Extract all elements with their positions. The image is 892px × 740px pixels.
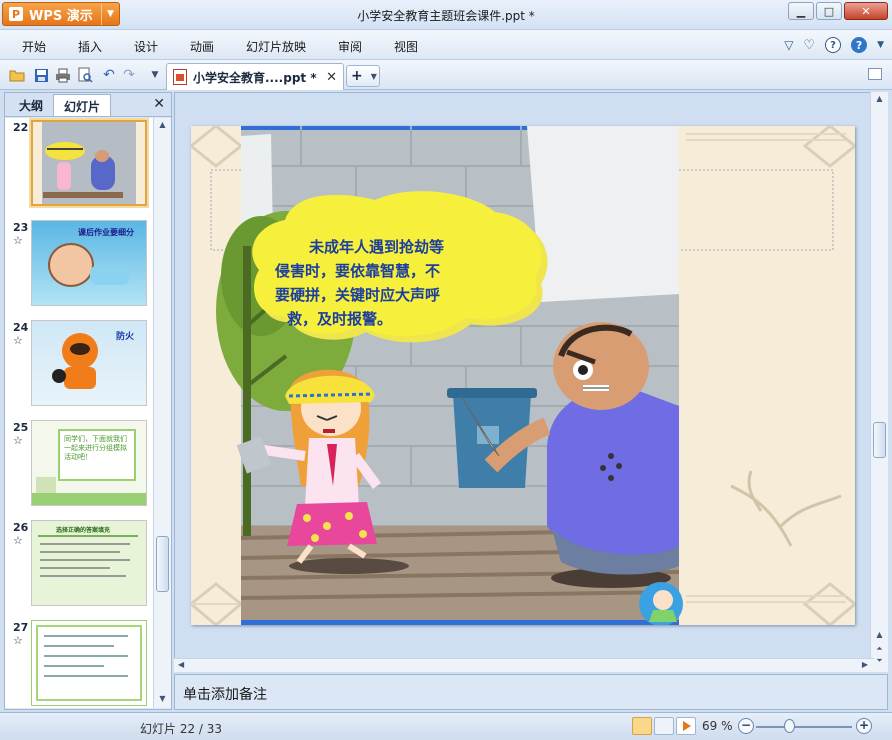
scroll-up-icon[interactable]: ▲	[873, 630, 886, 642]
notes-pane[interactable]: 单击添加备注	[174, 674, 888, 710]
slide-thumbnail-list: 22 23 ☆ 课后作业要细分 24 ☆ 防火 25 ☆ 同学们，下面就我们一起…	[5, 118, 153, 708]
slide-number: 25	[13, 421, 29, 434]
restore-pane-icon[interactable]	[868, 68, 882, 80]
slide-illustration: 未成年人遇到抢劫等 侵害时，要依靠智慧，不 要硬拼，关键时应大声呼 救，及时报警…	[191, 126, 855, 625]
print-preview-icon[interactable]	[76, 66, 94, 84]
slide-number: 27	[13, 621, 29, 634]
close-tab-icon[interactable]: ✕	[326, 70, 337, 85]
scroll-left-icon[interactable]: ◀	[178, 660, 184, 669]
animation-star-icon: ☆	[13, 334, 23, 347]
scrollbar-thumb[interactable]	[156, 536, 169, 592]
close-panel-icon[interactable]: ✕	[153, 96, 165, 112]
print-icon[interactable]	[54, 66, 72, 84]
window-title: 小学安全教育主题班会课件.ppt *	[357, 9, 535, 23]
scrollbar-thumb[interactable]	[873, 422, 886, 458]
undo-icon[interactable]: ↶	[100, 66, 118, 84]
slide-thumbnail-image	[31, 120, 147, 206]
title-bar: P WPS 演示 ▼ 小学安全教育主题班会课件.ppt * ▁ □ ✕	[0, 0, 892, 30]
slideshow-view-button[interactable]	[676, 717, 696, 735]
tab-document-label: 小学安全教育....ppt *	[193, 70, 317, 85]
normal-view-button[interactable]	[632, 717, 652, 735]
slide-thumbnail-image: 防火	[31, 320, 147, 406]
minimize-button[interactable]: ▁	[788, 2, 814, 20]
menu-home[interactable]: 开始	[22, 38, 46, 55]
menu-slideshow[interactable]: 幻灯片放映	[246, 38, 306, 55]
quick-access-toolbar: ↶ ↷ ▼ 小学安全教育....ppt * ✕ + ▼	[0, 60, 892, 90]
animation-star-icon: ☆	[13, 434, 23, 447]
animation-star-icon: ☆	[13, 234, 23, 247]
scroll-down-icon[interactable]: ▼	[156, 694, 169, 706]
slide-position-status: 幻灯片 22 / 33	[140, 722, 223, 736]
bubble-line-3: 要硬拼，关键时应大声呼	[275, 286, 440, 304]
slide-number: 26	[13, 521, 29, 534]
slide-thumbnail-image: 课后作业要细分	[31, 220, 147, 306]
editor-horizontal-scrollbar[interactable]: ◀ ▶	[174, 658, 874, 672]
new-tab-button[interactable]: + ▼	[346, 65, 380, 87]
zoom-slider-handle[interactable]	[784, 719, 795, 733]
slide-thumbnail-image: 选择正确的答案填充	[31, 520, 147, 606]
menu-design[interactable]: 设计	[134, 38, 158, 55]
maximize-button[interactable]: □	[816, 2, 842, 20]
menu-animation[interactable]: 动画	[190, 38, 214, 55]
menu-bar: 开始 插入 设计 动画 幻灯片放映 审阅 视图 ▽ ♡ ? ? ▼	[0, 30, 892, 60]
scroll-up-icon[interactable]: ▲	[873, 94, 886, 106]
close-window-button[interactable]: ✕	[844, 2, 888, 20]
current-slide[interactable]: 未成年人遇到抢劫等 侵害时，要依靠智慧，不 要硬拼，关键时应大声呼 救，及时报警…	[191, 126, 855, 625]
menu-review[interactable]: 审阅	[338, 38, 362, 55]
slide-thumbnail-image	[31, 620, 147, 706]
customize-dropdown-icon[interactable]: ▼	[146, 66, 164, 84]
editor-vertical-scrollbar[interactable]: ▲ ▲ ⏶ ⏷	[870, 92, 888, 672]
tab-document[interactable]: 小学安全教育....ppt * ✕	[166, 63, 344, 90]
chevron-down-icon: ▼	[370, 71, 377, 81]
animation-star-icon: ☆	[13, 534, 23, 547]
notes-placeholder[interactable]: 单击添加备注	[183, 687, 267, 703]
bubble-line-2: 侵害时，要依靠智慧，不	[274, 262, 440, 280]
next-slide-icon[interactable]: ⏷	[873, 656, 886, 668]
status-bar: 幻灯片 22 / 33 69 % − +	[0, 712, 892, 740]
menu-view[interactable]: 视图	[394, 38, 418, 55]
plus-icon: +	[351, 68, 363, 84]
zoom-slider[interactable]	[756, 726, 852, 728]
bubble-line-1: 未成年人遇到抢劫等	[308, 238, 444, 256]
save-icon[interactable]	[32, 66, 50, 84]
scroll-up-icon[interactable]: ▲	[156, 120, 169, 132]
redo-icon[interactable]: ↷	[120, 66, 138, 84]
slides-panel: 大纲 幻灯片 ✕ 22 23 ☆ 课后作业要细分 24 ☆ 防火 25 ☆ 同学…	[4, 92, 172, 710]
help-icon[interactable]: ?	[825, 37, 842, 53]
slide-thumbnail-text: 课后作业要细分	[78, 228, 134, 237]
slide-thumbnail-image: 同学们，下面就我们一起来进行分组模拟活动吧！	[31, 420, 147, 506]
ppt-file-icon	[173, 69, 187, 85]
slide-editor[interactable]: 未成年人遇到抢劫等 侵害时，要依靠智慧，不 要硬拼，关键时应大声呼 救，及时报警…	[174, 92, 874, 672]
slide-thumbnail-text: 选择正确的答案填充	[56, 527, 111, 534]
slide-sorter-view-button[interactable]	[654, 717, 674, 735]
slide-thumbnail-text: 防火	[116, 332, 135, 342]
slide-number: 23	[13, 221, 29, 234]
chevron-down-icon[interactable]: ▼	[877, 40, 884, 50]
bubble-line-4: 救，及时报警。	[287, 310, 392, 328]
menu-insert[interactable]: 插入	[78, 38, 102, 55]
slide-number: 24	[13, 321, 29, 334]
tab-outline[interactable]: 大纲	[9, 94, 53, 116]
ribbon-collapse-icon[interactable]: ▽	[784, 38, 793, 52]
slides-panel-scrollbar[interactable]: ▲ ▼	[153, 118, 171, 708]
zoom-level: 69 %	[702, 719, 733, 733]
slide-thumbnail-text: 同学们，下面就我们一起来进行分组模拟活动吧！	[58, 429, 136, 481]
zoom-in-button[interactable]: +	[856, 718, 872, 734]
open-folder-icon[interactable]	[8, 66, 26, 84]
tab-slides[interactable]: 幻灯片	[53, 94, 112, 116]
previous-slide-icon[interactable]: ⏶	[873, 644, 886, 656]
skin-icon[interactable]: ♡	[803, 38, 815, 53]
animation-star-icon: ☆	[13, 634, 23, 647]
help-menu-icon[interactable]: ?	[851, 37, 868, 53]
slide-number: 22	[13, 121, 29, 134]
zoom-out-button[interactable]: −	[738, 718, 754, 734]
scroll-right-icon[interactable]: ▶	[862, 660, 868, 669]
